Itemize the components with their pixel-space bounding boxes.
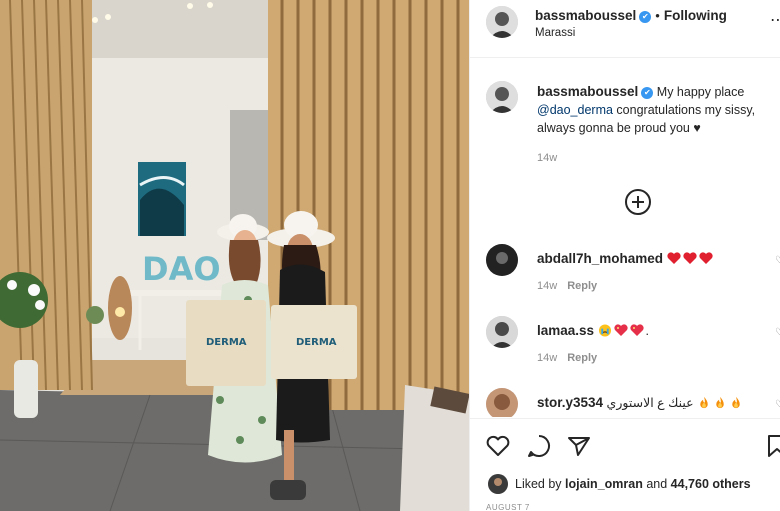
- caption-text-1: My happy place: [656, 85, 745, 99]
- liker-avatar[interactable]: [488, 474, 508, 494]
- likes-summary: Liked by lojain_omran and 44,760 others: [515, 477, 751, 491]
- liker-username[interactable]: lojain_omran: [565, 477, 643, 491]
- comment-timestamp[interactable]: 14w: [537, 280, 557, 292]
- heart-emoji-icon: [682, 252, 697, 264]
- comment-icon[interactable]: [526, 433, 552, 459]
- verified-badge-icon: ✔: [639, 11, 652, 23]
- following-button[interactable]: Following: [664, 8, 727, 23]
- comment-like-icon[interactable]: ♡: [775, 255, 780, 266]
- post-sidebar: bassmaboussel ✔ • Following Marassi ⋯ bassm…: [469, 0, 780, 511]
- comment-body: .: [645, 324, 650, 338]
- svg-text:DERMA: DERMA: [296, 337, 337, 348]
- caption-text: bassmaboussel ✔ My happy place @dao_derma…: [537, 83, 780, 137]
- commenter-username[interactable]: lamaa.ss: [537, 323, 594, 338]
- commenter-avatar[interactable]: [486, 388, 518, 417]
- separator-dot: •: [655, 8, 660, 23]
- comment-like-icon[interactable]: ♡: [775, 399, 780, 410]
- reply-button[interactable]: Reply: [567, 280, 597, 292]
- svg-text:DERMA: DERMA: [206, 337, 247, 348]
- fire-emoji-icon: [732, 396, 740, 409]
- heart-emoji-icon: [698, 252, 713, 264]
- post-date[interactable]: AUGUST 7: [486, 503, 530, 511]
- likes-prefix: Liked by: [515, 477, 562, 491]
- heart-emoji-icon: [666, 252, 681, 264]
- fire-emoji-icon: [700, 396, 708, 409]
- comments-section[interactable]: bassmaboussel ✔ My happy place @dao_derma…: [470, 59, 780, 417]
- comment-like-icon[interactable]: ♡: [775, 327, 780, 338]
- reply-button[interactable]: Reply: [567, 352, 597, 364]
- commenter-avatar[interactable]: [486, 316, 518, 348]
- caption-mention-link[interactable]: @dao_derma: [537, 103, 613, 117]
- post-location[interactable]: Marassi: [535, 27, 575, 39]
- bookmark-icon[interactable]: [764, 433, 780, 459]
- heart-icon[interactable]: [485, 433, 511, 459]
- comment-item: stor.y3534 عينك ع الاستوري ♡: [470, 388, 780, 417]
- action-bar: [470, 418, 780, 470]
- comment-body: عينك ع الاستوري: [606, 396, 694, 410]
- fire-emoji-icon: [716, 396, 724, 409]
- verified-badge-icon: ✔: [641, 87, 654, 99]
- likes-count-link[interactable]: 44,760 others: [671, 477, 751, 491]
- header-name-row: bassmaboussel ✔ • Following: [535, 7, 727, 25]
- caption-timestamp[interactable]: 14w: [537, 152, 557, 164]
- author-username[interactable]: bassmaboussel: [535, 8, 636, 23]
- likes-row: Liked by lojain_omran and 44,760 others: [470, 466, 780, 502]
- commenter-username[interactable]: stor.y3534: [537, 395, 603, 410]
- crying-face-emoji-icon: [598, 324, 611, 337]
- caption-avatar[interactable]: [486, 81, 518, 113]
- caption-username[interactable]: bassmaboussel: [537, 84, 638, 99]
- svg-text:DAO: DAO: [142, 250, 221, 288]
- photo-scene: DAO DERMA DERMA: [0, 0, 469, 511]
- paper-plane-icon[interactable]: [566, 433, 592, 459]
- heart-sparkle-emoji-icon: [629, 324, 644, 336]
- commenter-username[interactable]: abdall7h_mohamed: [537, 251, 663, 266]
- comment-item: abdall7h_mohamed 14w Reply ♡: [470, 244, 780, 304]
- comment-item: lamaa.ss . 14w Reply ♡: [470, 316, 780, 376]
- heart-sparkle-emoji-icon: [613, 324, 628, 336]
- comment-meta: 14w Reply: [537, 352, 597, 364]
- post-header: bassmaboussel ✔ • Following Marassi ⋯: [470, 0, 780, 58]
- more-options-icon[interactable]: ⋯: [770, 10, 780, 30]
- comment-text: abdall7h_mohamed: [537, 251, 715, 266]
- likes-conjunction: and: [646, 477, 668, 491]
- comment-meta: 14w Reply: [537, 280, 597, 292]
- post-photo[interactable]: DAO DERMA DERMA: [0, 0, 469, 511]
- author-avatar[interactable]: [486, 6, 518, 38]
- commenter-avatar[interactable]: [486, 244, 518, 276]
- comment-text: lamaa.ss .: [537, 323, 649, 338]
- plus-circle-icon[interactable]: [625, 189, 651, 215]
- comment-timestamp[interactable]: 14w: [537, 352, 557, 364]
- comment-text: stor.y3534 عينك ع الاستوري: [537, 395, 745, 410]
